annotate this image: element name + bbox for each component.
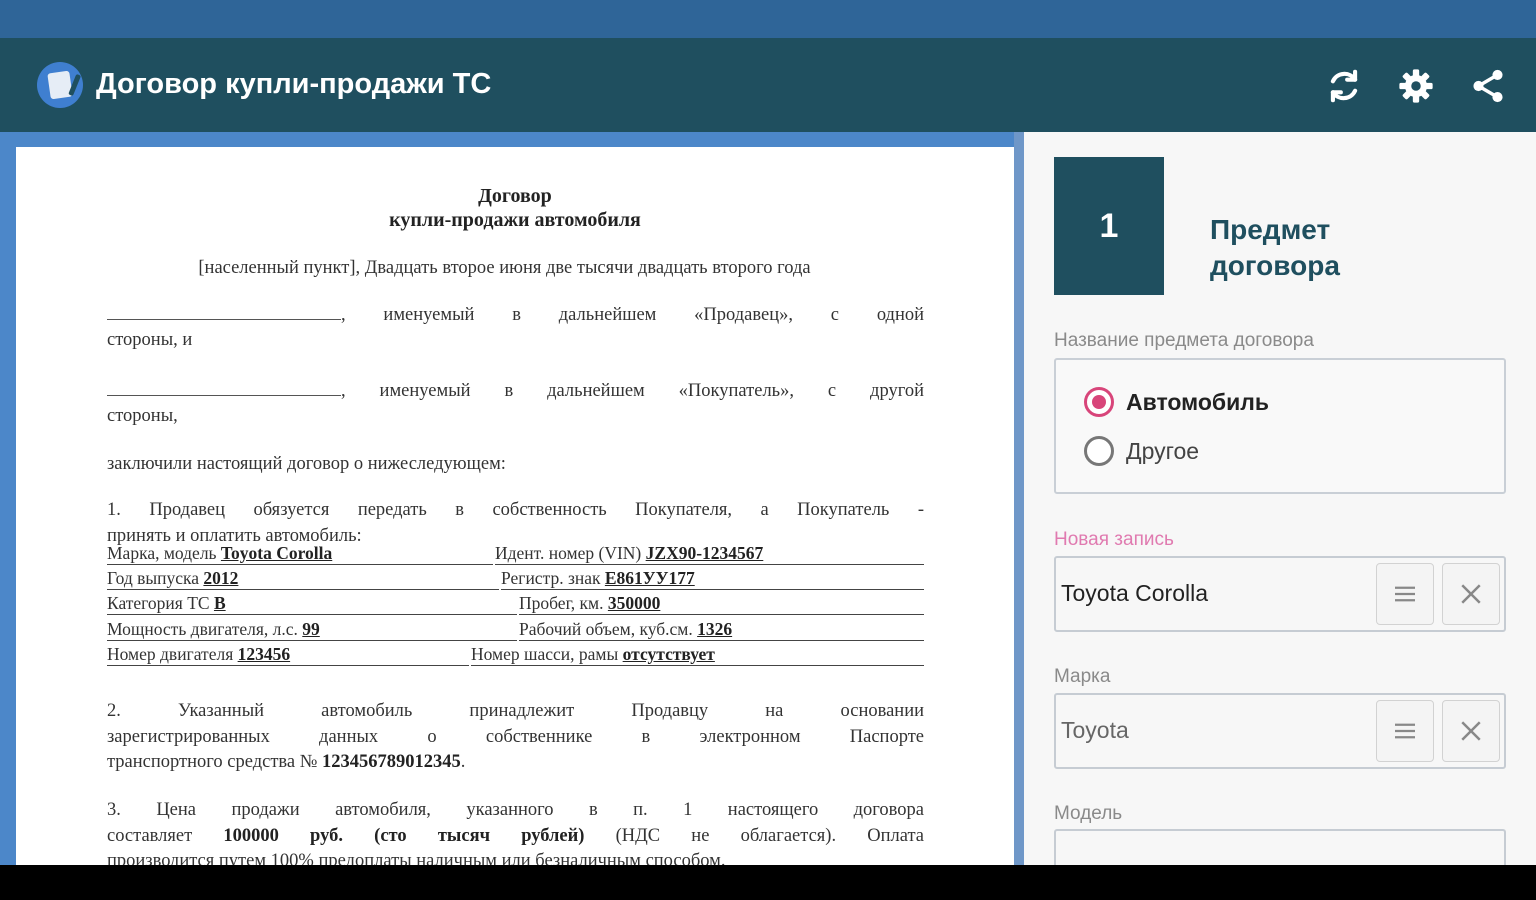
field-engine: Номер двигателя 123456 xyxy=(107,644,469,666)
buyer-line: , именуемый в дальнейшем «Покупатель», с… xyxy=(107,380,924,402)
status-bar xyxy=(0,0,1536,38)
field-power: Мощность двигателя, л.с. 99 xyxy=(107,619,517,641)
document-preview-pane[interactable]: Договор купли-продажи автомобиля [населе… xyxy=(0,132,1022,865)
step-title: Предмет договора xyxy=(1210,214,1340,281)
field-chassis: Номер шасси, рамы отсутствует xyxy=(471,644,924,666)
share-icon xyxy=(1473,69,1503,103)
radio-unselected-icon xyxy=(1084,436,1114,466)
subject-label: Название предмета договора xyxy=(1054,330,1314,351)
clause-2-line-3: транспортного средства № 123456789012345… xyxy=(107,752,466,772)
field-year: Год выпуска 2012 xyxy=(107,568,499,590)
brand-label: Марка xyxy=(1054,666,1111,687)
seller-line-2: стороны, и xyxy=(107,330,193,350)
buyer-blank xyxy=(107,380,341,396)
seller-blank xyxy=(107,304,341,320)
clause-2-line-2: зарегистрированных данных о собственнике… xyxy=(107,727,924,747)
model-label: Модель xyxy=(1054,803,1123,824)
field-category: Категория ТС В xyxy=(107,593,517,615)
menu-icon xyxy=(1395,723,1415,739)
new-entry-field[interactable]: Toyota Corolla xyxy=(1054,556,1506,632)
system-navigation-bar xyxy=(0,865,1536,900)
field-volume: Рабочий объем, куб.см. 1326 xyxy=(519,619,924,641)
field-mileage: Пробег, км. 350000 xyxy=(519,593,924,615)
brand-clear-button[interactable] xyxy=(1442,700,1500,762)
clause-2-line-1: 2. Указанный автомобиль принадлежит Прод… xyxy=(107,701,924,721)
subject-radio-group: Автомобиль Другое xyxy=(1054,358,1506,494)
settings-button[interactable] xyxy=(1396,66,1436,106)
document-page[interactable]: Договор купли-продажи автомобиля [населе… xyxy=(16,147,1014,865)
buyer-line-2: стороны, xyxy=(107,406,178,426)
radio-selected-icon xyxy=(1084,387,1114,417)
refresh-icon xyxy=(1330,69,1358,103)
refresh-button[interactable] xyxy=(1324,66,1364,106)
radio-other[interactable]: Другое xyxy=(1084,436,1199,466)
brand-value[interactable]: Toyota xyxy=(1061,717,1129,744)
model-field[interactable] xyxy=(1054,829,1506,865)
clause-3-line-2: составляет 100000 руб. (сто тысяч рублей… xyxy=(107,826,925,846)
new-entry-value[interactable]: Toyota Corolla xyxy=(1061,580,1208,607)
brand-list-button[interactable] xyxy=(1376,700,1434,762)
clause-1-line-1: 1. Продавец обязуется передать в собстве… xyxy=(107,500,924,520)
document-title: Договор xyxy=(478,185,552,207)
field-make: Марка, модель Toyota Corolla xyxy=(107,543,493,565)
field-plate: Регистр. знак Е861УУ177 xyxy=(501,568,924,590)
place-date-line: [населенный пункт], Двадцать второе июня… xyxy=(198,258,811,278)
share-button[interactable] xyxy=(1468,66,1508,106)
menu-icon xyxy=(1395,586,1415,602)
new-entry-label: Новая запись xyxy=(1054,529,1174,550)
concluded-line: заключили настоящий договор о нижеследую… xyxy=(107,454,506,474)
radio-car[interactable]: Автомобиль xyxy=(1084,387,1269,417)
pane-divider xyxy=(1014,132,1024,865)
new-entry-list-button[interactable] xyxy=(1376,563,1434,625)
step-number-badge: 1 xyxy=(1054,157,1164,295)
close-icon xyxy=(1461,584,1481,604)
document-subtitle: купли-продажи автомобиля xyxy=(389,209,641,231)
settings-icon xyxy=(1399,69,1433,103)
clause-3-line-1: 3. Цена продажи автомобиля, указанного в… xyxy=(107,800,924,820)
app-title: Договор купли-продажи ТС xyxy=(96,68,492,100)
field-vin: Идент. номер (VIN) JZX90-1234567 xyxy=(495,543,924,565)
app-bar: Договор купли-продажи ТС xyxy=(0,38,1536,132)
seller-line: , именуемый в дальнейшем «Продавец», с о… xyxy=(107,304,924,326)
app-logo-icon[interactable] xyxy=(37,62,83,108)
brand-field[interactable]: Toyota xyxy=(1054,693,1506,769)
clause-3-line-3: производится путем 100% предоплаты налич… xyxy=(107,851,726,865)
close-icon xyxy=(1461,721,1481,741)
form-pane[interactable]: 1 Предмет договора Название предмета дог… xyxy=(1024,132,1536,865)
new-entry-clear-button[interactable] xyxy=(1442,563,1500,625)
